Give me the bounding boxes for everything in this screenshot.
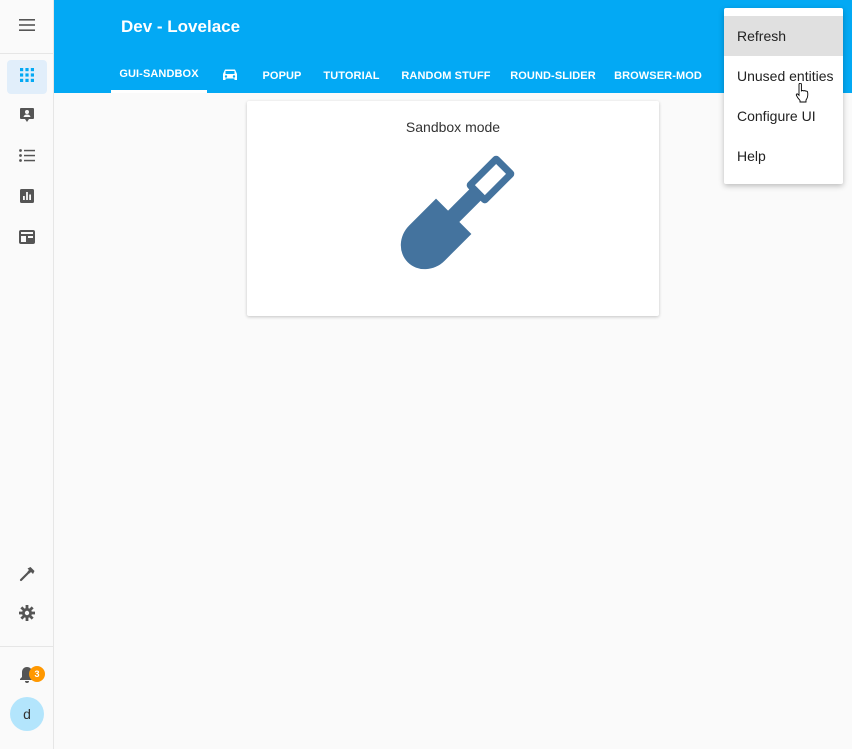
tab-round-slider[interactable]: ROUND-SLIDER: [507, 58, 599, 93]
tab-random-stuff[interactable]: RANDOM STUFF: [397, 58, 495, 93]
sidebar: 3 d: [0, 0, 54, 749]
sidebar-item-developer-tools[interactable]: [7, 559, 47, 593]
tab-car[interactable]: [216, 58, 244, 93]
sidebar-item-hacs[interactable]: [7, 222, 47, 256]
menu-item-unused-entities[interactable]: Unused entities: [724, 56, 843, 96]
notification-count-badge: 3: [29, 666, 45, 682]
format-list-bulleted-icon: [19, 149, 35, 167]
gear-icon: [19, 604, 35, 626]
hand-pointer-icon: [795, 82, 809, 108]
sidebar-item-logbook[interactable]: [7, 141, 47, 175]
hammer-icon: [19, 565, 36, 587]
chart-box-icon: [20, 188, 34, 208]
sidebar-item-history[interactable]: [7, 181, 47, 215]
tab-popup[interactable]: POPUP: [257, 58, 307, 93]
sidebar-menu-button[interactable]: [0, 0, 54, 54]
sidebar-item-map[interactable]: [7, 100, 47, 134]
sidebar-divider: [0, 646, 54, 647]
menu-item-refresh[interactable]: Refresh: [724, 16, 843, 56]
card-history-icon: [19, 229, 35, 249]
hamburger-menu-icon: [19, 18, 35, 36]
sidebar-item-configuration[interactable]: [7, 598, 47, 632]
menu-item-help[interactable]: Help: [724, 136, 843, 176]
sandbox-card: Sandbox mode: [247, 101, 659, 316]
tab-gui-sandbox[interactable]: GUI-SANDBOX: [111, 58, 207, 93]
map-account-icon: [19, 107, 35, 128]
overflow-menu: Refresh Unused entities Configure UI Hel…: [724, 8, 843, 184]
car-icon: [222, 68, 238, 84]
dashboard-grid-icon: [20, 67, 34, 87]
tab-browser-mod[interactable]: BROWSER-MOD: [612, 58, 704, 93]
page-title: Dev - Lovelace: [121, 17, 241, 36]
sidebar-item-overview[interactable]: [7, 60, 47, 94]
menu-item-configure-ui[interactable]: Configure UI: [724, 96, 843, 136]
shovel-icon: [382, 146, 524, 293]
card-title: Sandbox mode: [405, 119, 501, 135]
tab-tutorial[interactable]: TUTORIAL: [320, 58, 383, 93]
user-avatar[interactable]: d: [10, 697, 44, 731]
